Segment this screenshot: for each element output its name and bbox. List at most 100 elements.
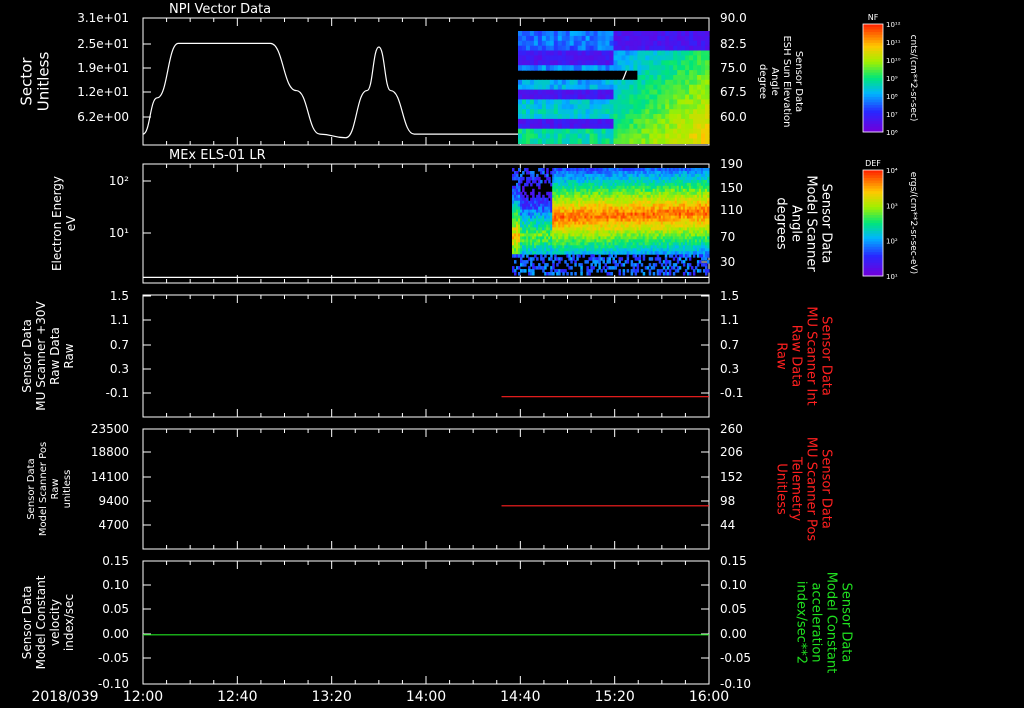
spectrogram-cell [681,109,686,115]
spectrogram-cell [707,245,710,249]
spectrogram-cell [585,114,591,120]
panel-3: 1.5 1.1 0.7 0.3 -0.1 1.5 1.1 0.7 0.3 -0.1 Sensor D… [20,289,834,418]
y-axis-title: Sensor Data [20,319,34,393]
spectrogram-cell [673,94,678,100]
spectrogram-cell [540,254,543,258]
spectrogram-cell [561,35,567,42]
spectrogram-cell [533,133,539,140]
spectrogram-cell [617,109,623,115]
spectrogram-cell [657,65,662,71]
spectrogram-cell [597,79,603,86]
spectrogram-cell [541,128,547,135]
spectrogram-cell [597,118,603,125]
spectrogram-cell [662,266,666,270]
spectrogram-cell [649,60,654,66]
spectrogram-cell [617,65,623,71]
spectrogram-cell [707,209,710,214]
spectrogram-cell [633,114,638,120]
spectrogram-cell [593,31,599,37]
spectrogram-cell [577,99,583,105]
spectrogram-cell [653,40,658,47]
time-tick-label: 14:40 [500,689,540,705]
y-tick-label: -0.05 [98,651,129,665]
spectrogram-cell [657,138,662,144]
spectrogram-cell [689,109,694,115]
spectrogram-cell [629,40,634,47]
spectrogram-cell [520,179,523,184]
spectrogram-cell [625,109,630,115]
spectrogram-cell [593,118,599,125]
spectrogram-cell [557,99,563,105]
spectrogram-cell [605,118,611,125]
spectrogram-cell [629,99,634,105]
spectrogram-cell [653,35,658,42]
spectrogram-cell [688,254,692,258]
right-axis-title: Unitless [774,463,789,515]
time-tick-label: 12:40 [217,689,257,705]
spectrogram-cell [625,35,630,42]
spectrogram-cell [605,138,611,144]
spectrogram-cell [564,260,567,264]
spectrogram-cell [617,35,623,42]
spectrogram-cell [707,188,710,193]
spectrogram-cell [609,84,615,91]
spectrogram-cell [693,118,698,125]
right-tick-label: 0.05 [720,602,747,616]
spectrogram-cell [626,269,630,273]
right-tick-label: 67.5 [720,85,747,99]
right-axis-title: Sensor Data [839,583,854,663]
y-axis-title: velocity [48,599,62,646]
right-tick-label: 0.10 [720,578,747,592]
spectrogram-cell [693,70,698,76]
spectrogram-cell [617,114,623,120]
spectrogram-cell [698,269,702,273]
right-axis-title: Angle [789,205,804,242]
colorbar-units: cnts/(cm**2-sr-sec) [908,35,918,122]
spectrogram-cell [689,55,694,61]
spectrogram-cell [541,45,547,52]
spectrogram-cell [632,266,636,270]
spectrogram-cell [613,65,619,71]
spectrogram-cell [701,50,706,56]
right-tick-label: 60.0 [720,110,747,124]
spectrogram-cell [613,50,619,56]
spectrogram-cell [617,104,623,110]
spectrogram-cell [609,50,615,56]
spectrogram-cell [617,40,623,47]
spectrogram-cell [569,31,575,37]
spectrogram-cell [645,75,650,81]
spectrogram-cell [522,60,527,66]
spectrogram-cell [538,176,541,181]
spectrogram-cell [673,114,678,120]
els-spectrogram [512,168,710,276]
spectrogram-cell [589,104,595,110]
spectrogram-cell [568,254,571,258]
spectrogram-cell [674,263,678,267]
spectrogram-cell [673,35,678,42]
spectrogram-cell [637,70,642,76]
spectrogram-cell [573,35,579,42]
spectrogram-cell [577,114,583,120]
spectrogram-cell [629,65,634,71]
spectrogram-cell [553,133,559,140]
spectrogram-cell [701,84,706,91]
right-axis-title: Sensor Data [819,449,834,529]
colorbar-tick: 10⁹ [886,75,898,83]
spectrogram-cell [585,109,591,115]
spectrogram-cell [633,104,638,110]
spectrogram-cell [590,263,593,267]
spectrogram-cell [569,60,575,66]
spectrogram-cell [580,272,583,276]
spectrogram-cell [529,123,535,130]
spectrogram-cell [549,133,555,140]
spectrogram-cell [593,84,599,91]
spectrogram-cell [649,31,654,37]
spectrogram-cell [533,104,539,110]
spectrogram-cell [617,94,623,100]
spectrogram-cell [649,55,654,61]
spectrogram-cell [569,118,575,125]
spectrogram-cell [645,109,650,115]
spectrogram-cell [522,123,527,130]
spectrogram-cell [649,133,654,140]
spectrogram-cell [573,114,579,120]
